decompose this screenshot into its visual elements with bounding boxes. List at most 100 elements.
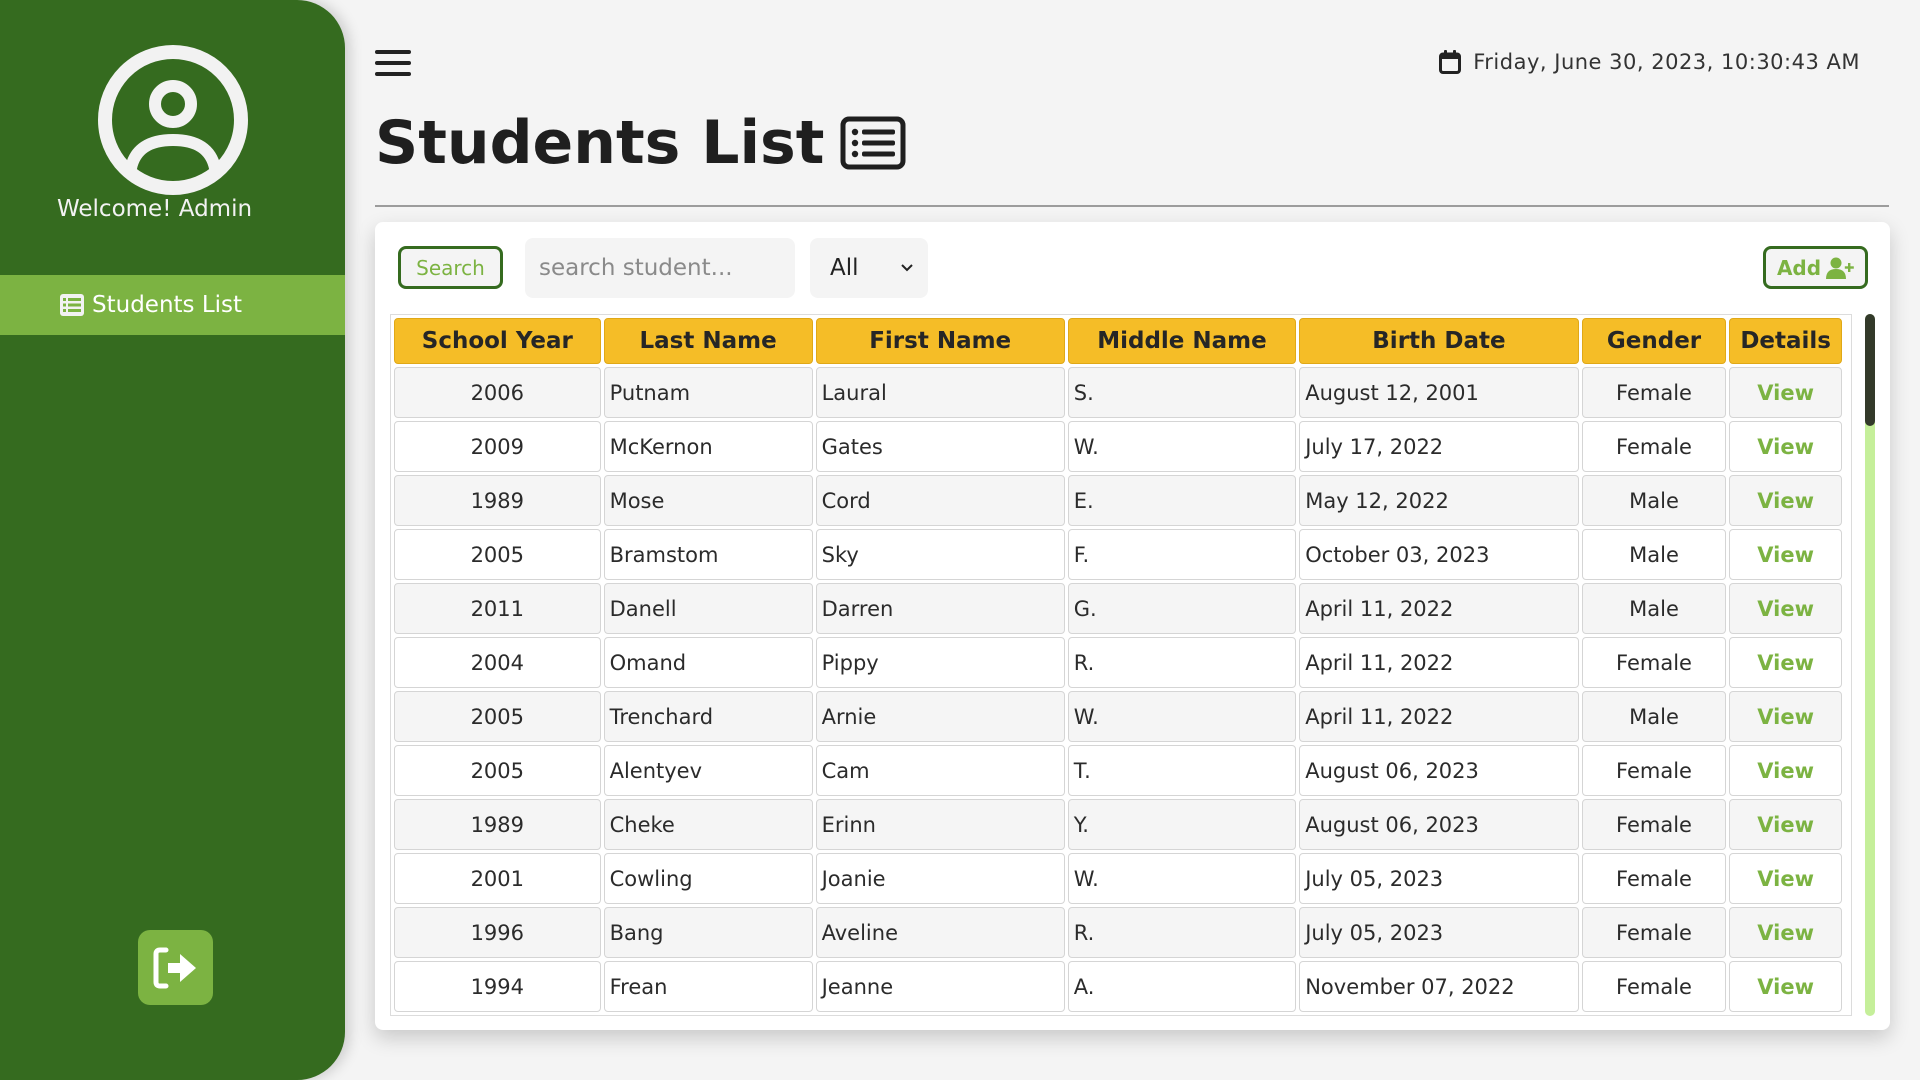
school-year-cell: 2005 — [394, 529, 601, 580]
view-link[interactable]: View — [1729, 421, 1842, 472]
view-link[interactable]: View — [1729, 907, 1842, 958]
sidebar: Welcome! Admin Students List — [0, 0, 345, 1080]
gender-cell: Female — [1581, 853, 1727, 904]
last-name-cell: Alentyev — [603, 745, 813, 796]
gender-cell: Female — [1581, 367, 1727, 418]
birth-date-cell: July 17, 2022 — [1299, 421, 1579, 472]
page-title-text: Students List — [375, 108, 825, 178]
table-row: 1989 Cheke Erinn Y. August 06, 2023 Female Vie… — [394, 799, 1842, 850]
gender-cell: Male — [1581, 475, 1727, 526]
gender-cell: Female — [1581, 421, 1727, 472]
search-button[interactable]: Search — [398, 246, 503, 289]
view-link[interactable]: View — [1729, 691, 1842, 742]
first-name-cell: Joanie — [815, 853, 1065, 904]
table-row: 2005 Bramstom Sky F. October 03, 2023 Male Vie… — [394, 529, 1842, 580]
school-year-cell: 1996 — [394, 907, 601, 958]
first-name-cell: Jeanne — [815, 961, 1065, 1012]
middle-name-cell: F. — [1067, 529, 1297, 580]
middle-name-cell: E. — [1067, 475, 1297, 526]
first-name-cell: Pippy — [815, 637, 1065, 688]
datetime-text: Friday, June 30, 2023, 10:30:43 AM — [1473, 50, 1860, 74]
middle-name-cell: Y. — [1067, 799, 1297, 850]
table-scrollbar[interactable] — [1865, 314, 1875, 1016]
view-link[interactable]: View — [1729, 583, 1842, 634]
school-year-cell: 2001 — [394, 853, 601, 904]
birth-date-cell: July 05, 2023 — [1299, 907, 1579, 958]
view-link[interactable]: View — [1729, 367, 1842, 418]
first-name-cell: Sky — [815, 529, 1065, 580]
view-link[interactable]: View — [1729, 745, 1842, 796]
last-name-cell: Putnam — [603, 367, 813, 418]
table-row: 1989 Mose Cord E. May 12, 2022 Male View — [394, 475, 1842, 526]
last-name-cell: Mose — [603, 475, 813, 526]
column-header: First Name — [815, 318, 1065, 364]
view-link[interactable]: View — [1729, 961, 1842, 1012]
hamburger-line — [375, 50, 411, 54]
birth-date-cell: November 07, 2022 — [1299, 961, 1579, 1012]
school-year-cell: 1989 — [394, 475, 601, 526]
column-header: Details — [1729, 318, 1842, 364]
birth-date-cell: July 05, 2023 — [1299, 853, 1579, 904]
first-name-cell: Laural — [815, 367, 1065, 418]
table-row: 1994 Frean Jeanne A. November 07, 2022 Female… — [394, 961, 1842, 1012]
table-row: 2005 Alentyev Cam T. August 06, 2023 Female Vi… — [394, 745, 1842, 796]
school-year-cell: 2009 — [394, 421, 601, 472]
gender-cell: Male — [1581, 583, 1727, 634]
students-table: School Year Last Name First Name Middle Nam… — [391, 315, 1845, 1015]
birth-date-cell: August 06, 2023 — [1299, 799, 1579, 850]
students-card: Search All Add School YearLast NameFirst… — [375, 222, 1890, 1030]
chevron-down-icon — [901, 264, 913, 272]
table-row: 2009 McKernon Gates W. July 17, 2022 Female Vi… — [394, 421, 1842, 472]
sidebar-item-students-list[interactable]: Students List — [0, 275, 345, 335]
view-link[interactable]: View — [1729, 475, 1842, 526]
table-row: 2001 Cowling Joanie W. July 05, 2023 Female Vi… — [394, 853, 1842, 904]
table-row: 2006 Putnam Laural S. August 12, 2001 Female V… — [394, 367, 1842, 418]
school-year-cell: 2004 — [394, 637, 601, 688]
table-row: 2004 Omand Pippy R. April 11, 2022 Female View — [394, 637, 1842, 688]
last-name-cell: Bramstom — [603, 529, 813, 580]
middle-name-cell: G. — [1067, 583, 1297, 634]
school-year-cell: 1989 — [394, 799, 601, 850]
column-header: School Year — [394, 318, 601, 364]
table-row: 2011 Danell Darren G. April 11, 2022 Male View — [394, 583, 1842, 634]
gender-cell: Male — [1581, 691, 1727, 742]
view-link[interactable]: View — [1729, 529, 1842, 580]
birth-date-cell: May 12, 2022 — [1299, 475, 1579, 526]
school-year-cell: 2011 — [394, 583, 601, 634]
view-link[interactable]: View — [1729, 799, 1842, 850]
column-header: Birth Date — [1299, 318, 1579, 364]
gender-cell: Female — [1581, 907, 1727, 958]
hamburger-line — [375, 61, 411, 65]
sign-out-icon — [153, 947, 196, 988]
view-link[interactable]: View — [1729, 637, 1842, 688]
last-name-cell: Frean — [603, 961, 813, 1012]
middle-name-cell: W. — [1067, 853, 1297, 904]
filter-select[interactable]: All — [810, 238, 928, 298]
menu-toggle-button[interactable] — [375, 50, 411, 78]
scrollbar-thumb[interactable] — [1865, 314, 1875, 426]
last-name-cell: Danell — [603, 583, 813, 634]
middle-name-cell: R. — [1067, 907, 1297, 958]
title-divider — [375, 205, 1889, 207]
school-year-cell: 1994 — [394, 961, 601, 1012]
search-input[interactable] — [525, 238, 795, 298]
column-header: Middle Name — [1067, 318, 1297, 364]
page-title: Students List — [375, 108, 906, 178]
school-year-cell: 2006 — [394, 367, 601, 418]
last-name-cell: Omand — [603, 637, 813, 688]
gender-cell: Female — [1581, 745, 1727, 796]
user-circle-icon — [98, 45, 248, 195]
table-row: 1996 Bang Aveline R. July 05, 2023 Female View — [394, 907, 1842, 958]
logout-button[interactable] — [138, 930, 213, 1005]
add-student-button[interactable]: Add — [1763, 246, 1868, 289]
calendar-icon — [1439, 50, 1462, 74]
last-name-cell: Cheke — [603, 799, 813, 850]
students-table-container: School Year Last Name First Name Middle Nam… — [390, 314, 1852, 1016]
view-link[interactable]: View — [1729, 853, 1842, 904]
first-name-cell: Cord — [815, 475, 1065, 526]
first-name-cell: Cam — [815, 745, 1065, 796]
birth-date-cell: August 12, 2001 — [1299, 367, 1579, 418]
middle-name-cell: S. — [1067, 367, 1297, 418]
filter-select-value: All — [830, 255, 859, 281]
last-name-cell: McKernon — [603, 421, 813, 472]
